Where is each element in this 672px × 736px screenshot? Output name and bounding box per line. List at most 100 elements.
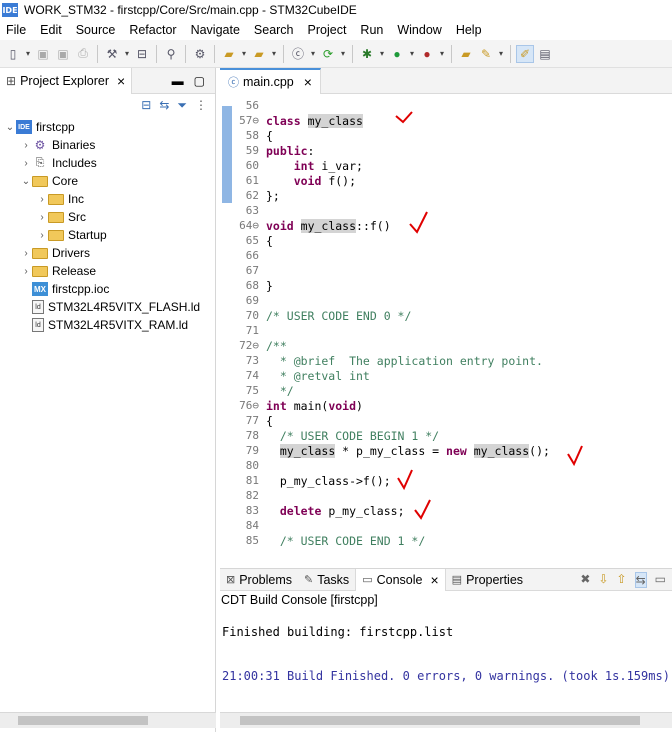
chevron-right-icon[interactable]: › xyxy=(36,230,48,241)
menu-window[interactable]: Window xyxy=(390,23,448,37)
code-line[interactable]: 67 xyxy=(220,263,672,278)
refresh-dropdown-icon[interactable]: ▾ xyxy=(339,45,347,63)
code-line[interactable]: 63 xyxy=(220,203,672,218)
code-editor[interactable]: 56 57⊖ class my_class 58{59 public: 60 int i_… xyxy=(220,98,672,564)
binary-icon[interactable]: ⊟ xyxy=(133,45,151,63)
chevron-right-icon[interactable]: › xyxy=(36,194,48,205)
new-folder-icon[interactable]: ▰ xyxy=(220,45,238,63)
refresh-icon[interactable]: ⟳ xyxy=(319,45,337,63)
link-icon[interactable]: ⚲ xyxy=(162,45,180,63)
external-tools-dropdown-icon[interactable]: ▾ xyxy=(438,45,446,63)
close-icon[interactable]: × xyxy=(304,74,312,90)
tab-console[interactable]: ▭ Console × xyxy=(355,568,446,591)
tree-item-firstcpp-ioc[interactable]: MX firstcpp.ioc xyxy=(0,280,215,298)
code-line[interactable]: 75 */ xyxy=(220,383,672,398)
close-icon[interactable]: × xyxy=(430,572,438,588)
chevron-right-icon[interactable]: › xyxy=(20,266,32,277)
debug-dropdown-icon[interactable]: ▾ xyxy=(378,45,386,63)
code-line[interactable]: 73 * @brief The application entry point. xyxy=(220,353,672,368)
new-folder-dropdown-icon[interactable]: ▾ xyxy=(240,45,248,63)
tree-item-startup[interactable]: › Startup xyxy=(0,226,215,244)
chevron-down-icon[interactable]: ⌄ xyxy=(4,122,16,133)
tree-item-release[interactable]: › Release xyxy=(0,262,215,280)
build-dropdown-icon[interactable]: ▾ xyxy=(123,45,131,63)
menu-navigate[interactable]: Navigate xyxy=(184,23,247,37)
build-icon[interactable]: ⚒ xyxy=(103,45,121,63)
tree-item-firstcpp[interactable]: ⌄ IDE firstcpp xyxy=(0,118,215,136)
tab-project-explorer[interactable]: ⊞ Project Explorer × xyxy=(0,67,133,94)
code-line[interactable]: 58 { xyxy=(220,128,672,143)
code-line[interactable]: 61 void f(); xyxy=(220,173,672,188)
run-dropdown-icon[interactable]: ▾ xyxy=(408,45,416,63)
code-line[interactable]: 68} xyxy=(220,278,672,293)
save-all-icon[interactable]: ▣ xyxy=(54,45,72,63)
code-line[interactable]: 84 xyxy=(220,518,672,533)
new-class-icon[interactable]: ⓒ xyxy=(289,45,307,63)
view-menu-icon[interactable]: ⋮ xyxy=(195,98,207,112)
tree-item-drivers[interactable]: › Drivers xyxy=(0,244,215,262)
code-line[interactable]: 77 { xyxy=(220,413,672,428)
menu-source[interactable]: Source xyxy=(69,23,123,37)
tree-item-includes[interactable]: › ⎘ Includes xyxy=(0,154,215,172)
code-line[interactable]: 62}; xyxy=(220,188,672,203)
link-editor-icon[interactable]: ⇆ xyxy=(159,98,169,112)
code-line[interactable]: 65 { xyxy=(220,233,672,248)
tree-item-core[interactable]: ⌄ Core xyxy=(0,172,215,190)
code-line[interactable]: 60 int i_var; xyxy=(220,158,672,173)
chevron-down-icon[interactable]: ⌄ xyxy=(20,176,32,187)
code-line[interactable]: 64⊖ void my_class::f() xyxy=(220,218,672,233)
console-horizontal-scrollbar[interactable] xyxy=(220,712,672,728)
code-line[interactable]: 70 /* USER CODE END 0 */ xyxy=(220,308,672,323)
save-icon[interactable]: ▣ xyxy=(34,45,52,63)
tree-item-stm32l4r5vitx-flash-ld[interactable]: ld STM32L4R5VITX_FLASH.ld xyxy=(0,298,215,316)
chevron-right-icon[interactable]: › xyxy=(20,140,32,151)
new-dropdown-icon[interactable]: ▾ xyxy=(24,45,32,63)
code-line[interactable]: 71 xyxy=(220,323,672,338)
code-line[interactable]: 59 public: xyxy=(220,143,672,158)
close-icon[interactable]: × xyxy=(117,73,125,89)
collapse-all-icon[interactable]: ⊟ xyxy=(141,98,151,112)
next-icon[interactable]: ⇧ xyxy=(617,572,627,588)
code-line[interactable]: 79 my_class * p_my_class = new my_class(… xyxy=(220,443,672,458)
tab-properties[interactable]: ▤ Properties xyxy=(446,569,529,591)
new-class-dropdown-icon[interactable]: ▾ xyxy=(309,45,317,63)
tree-item-stm32l4r5vitx-ram-ld[interactable]: ld STM32L4R5VITX_RAM.ld xyxy=(0,316,215,334)
print-icon[interactable]: ⎙ xyxy=(74,45,92,63)
menu-search[interactable]: Search xyxy=(247,23,301,37)
open-perspective-icon[interactable]: ▰ xyxy=(457,45,475,63)
tab-main-cpp[interactable]: ⓒ main.cpp × xyxy=(220,67,321,94)
previous-icon[interactable]: ⇩ xyxy=(598,572,608,588)
code-line[interactable]: 85 /* USER CODE END 1 */ xyxy=(220,533,672,548)
code-line[interactable]: 80 xyxy=(220,458,672,473)
display-console-icon[interactable]: ▭ xyxy=(655,572,666,588)
clear-console-icon[interactable]: ✖ xyxy=(580,572,590,588)
code-line[interactable]: 81 p_my_class->f(); xyxy=(220,473,672,488)
scroll-lock-icon[interactable]: ⇆ xyxy=(634,571,647,588)
run-icon[interactable]: ● xyxy=(388,45,406,63)
debug-icon[interactable]: ✱ xyxy=(358,45,376,63)
code-line[interactable]: 66 xyxy=(220,248,672,263)
code-line[interactable]: 78 /* USER CODE BEGIN 1 */ xyxy=(220,428,672,443)
scrollbar-thumb[interactable] xyxy=(240,716,640,725)
maximize-icon[interactable]: ▢ xyxy=(194,74,205,88)
new-source-dropdown-icon[interactable]: ▾ xyxy=(270,45,278,63)
tree-item-binaries[interactable]: › ⚙ Binaries xyxy=(0,136,215,154)
code-line[interactable]: 69 xyxy=(220,293,672,308)
code-line[interactable]: 56 xyxy=(220,98,672,113)
filter-icon[interactable]: ⏷ xyxy=(177,98,187,113)
code-line[interactable]: 83 delete p_my_class; xyxy=(220,503,672,518)
menu-project[interactable]: Project xyxy=(301,23,354,37)
code-line[interactable]: 74 * @retval int xyxy=(220,368,672,383)
mark-dropdown-icon[interactable]: ▾ xyxy=(497,45,505,63)
code-line[interactable]: 72⊖ /** xyxy=(220,338,672,353)
tab-problems[interactable]: ⊠ Problems xyxy=(220,569,298,591)
chevron-right-icon[interactable]: › xyxy=(20,158,32,169)
next-annotation-icon[interactable]: ▤ xyxy=(536,45,554,63)
debug-tool-icon[interactable]: ⚙ xyxy=(191,45,209,63)
tree-item-src[interactable]: › Src xyxy=(0,208,215,226)
highlight-icon[interactable]: ✐ xyxy=(516,44,534,63)
new-icon[interactable]: ▯ xyxy=(4,45,22,63)
menu-file[interactable]: File xyxy=(0,23,33,37)
menu-refactor[interactable]: Refactor xyxy=(122,23,183,37)
menu-edit[interactable]: Edit xyxy=(33,23,69,37)
